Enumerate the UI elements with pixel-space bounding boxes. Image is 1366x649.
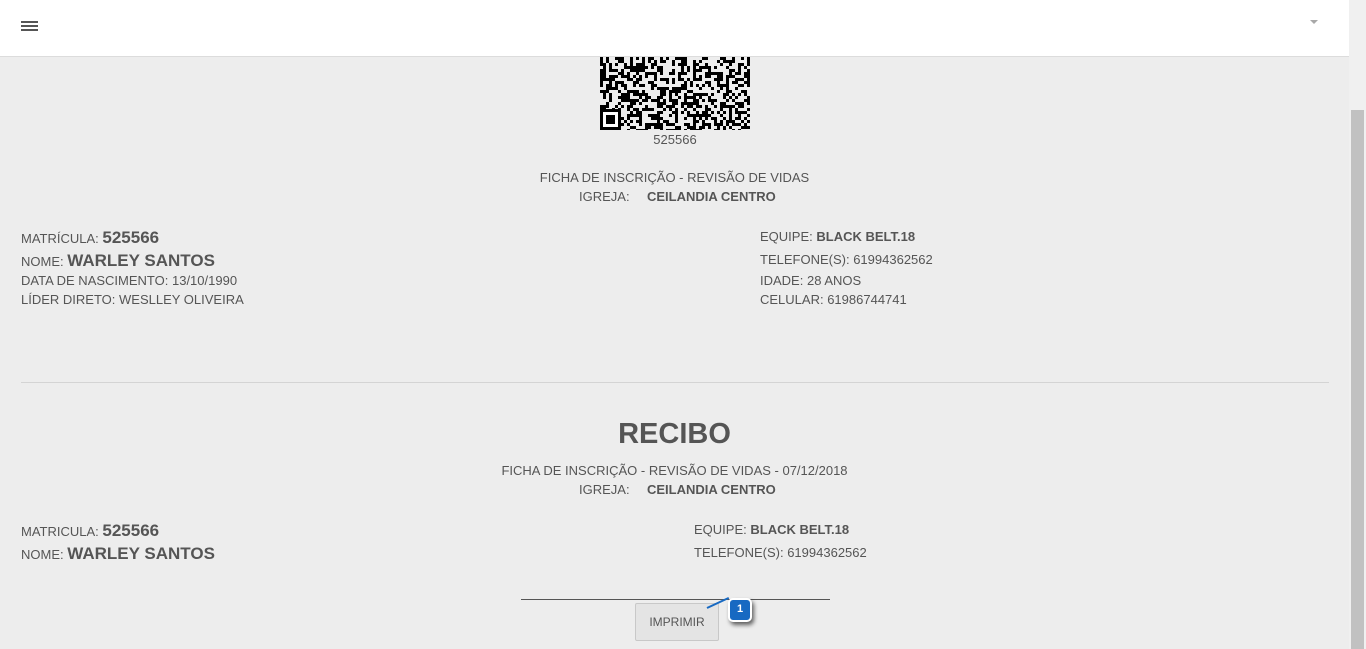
- equipe-value: BLACK BELT.18: [816, 229, 916, 244]
- ficha-celular: CELULAR: 61986744741: [760, 292, 907, 307]
- ficha-telefone: TELEFONE(S): 61994362562: [760, 252, 933, 267]
- igreja-label: IGREJA:: [579, 189, 630, 204]
- igreja-value: CEILANDIA CENTRO: [647, 482, 776, 497]
- ficha-igreja: IGREJA: CEILANDIA CENTRO: [579, 189, 979, 204]
- annotation-badge: 1: [728, 598, 752, 622]
- igreja-value: CEILANDIA CENTRO: [647, 189, 776, 204]
- qr-code-image: [600, 57, 750, 130]
- page: 525566 FICHA DE INSCRIÇÃO - REVISÃO DE V…: [0, 0, 1366, 649]
- celular-label: CELULAR:: [760, 292, 824, 307]
- telefone-label: TELEFONE(S):: [694, 545, 784, 560]
- equipe-label: EQUIPE:: [760, 229, 813, 244]
- hamburger-menu-icon[interactable]: [21, 20, 39, 33]
- vertical-scrollbar[interactable]: [1349, 0, 1366, 649]
- telefone-value: 61994362562: [853, 252, 933, 267]
- caret-down-icon[interactable]: [1310, 20, 1318, 24]
- lider-value: WESLLEY OLIVEIRA: [119, 292, 244, 307]
- signature-line: [521, 599, 830, 600]
- matricula-label: MATRÍCULA:: [21, 231, 99, 246]
- qr-code-number: 525566: [653, 132, 697, 147]
- ficha-lider: LÍDER DIRETO: WESLLEY OLIVEIRA: [21, 292, 244, 307]
- recibo-title: RECIBO: [618, 418, 731, 450]
- equipe-value: BLACK BELT.18: [750, 522, 850, 537]
- recibo-subtitle: FICHA DE INSCRIÇÃO - REVISÃO DE VIDAS - …: [501, 463, 848, 478]
- nascimento-value: 13/10/1990: [171, 273, 238, 288]
- telefone-value: 61994362562: [787, 545, 867, 560]
- recibo-telefone: TELEFONE(S): 61994362562: [694, 545, 867, 560]
- nome-label: NOME:: [21, 547, 64, 562]
- ficha-nascimento: DATA DE NASCIMENTO: 13/10/1990: [21, 273, 237, 288]
- idade-label: IDADE:: [760, 273, 804, 288]
- matricula-value: 525566: [102, 521, 160, 540]
- celular-value: 61986744741: [827, 292, 907, 307]
- ficha-idade: IDADE: 28 ANOS: [760, 273, 861, 288]
- ficha-equipe: EQUIPE: BLACK BELT.18: [760, 229, 915, 244]
- igreja-label: IGREJA:: [579, 482, 630, 497]
- nascimento-label: DATA DE NASCIMENTO:: [21, 273, 169, 288]
- matricula-value: 525566: [102, 228, 160, 247]
- idade-value: 28 ANOS: [806, 273, 862, 288]
- ficha-title: FICHA DE INSCRIÇÃO - REVISÃO DE VIDAS: [539, 170, 810, 185]
- scrollbar-thumb[interactable]: [1351, 110, 1364, 649]
- section-divider: [21, 382, 1329, 383]
- ficha-nome: NOME: WARLEY SANTOS: [21, 251, 215, 271]
- recibo-equipe: EQUIPE: BLACK BELT.18: [694, 522, 849, 537]
- nome-value: WARLEY SANTOS: [67, 544, 215, 563]
- top-bar: [0, 0, 1349, 57]
- nome-label: NOME:: [21, 254, 64, 269]
- recibo-matricula: MATRICULA: 525566: [21, 521, 159, 541]
- equipe-label: EQUIPE:: [694, 522, 747, 537]
- nome-value: WARLEY SANTOS: [67, 251, 215, 270]
- recibo-nome: NOME: WARLEY SANTOS: [21, 544, 215, 564]
- lider-label: LÍDER DIRETO:: [21, 292, 116, 307]
- recibo-igreja: IGREJA: CEILANDIA CENTRO: [579, 482, 979, 497]
- telefone-label: TELEFONE(S):: [760, 252, 850, 267]
- matricula-label: MATRICULA:: [21, 524, 99, 539]
- ficha-matricula: MATRÍCULA: 525566: [21, 228, 159, 248]
